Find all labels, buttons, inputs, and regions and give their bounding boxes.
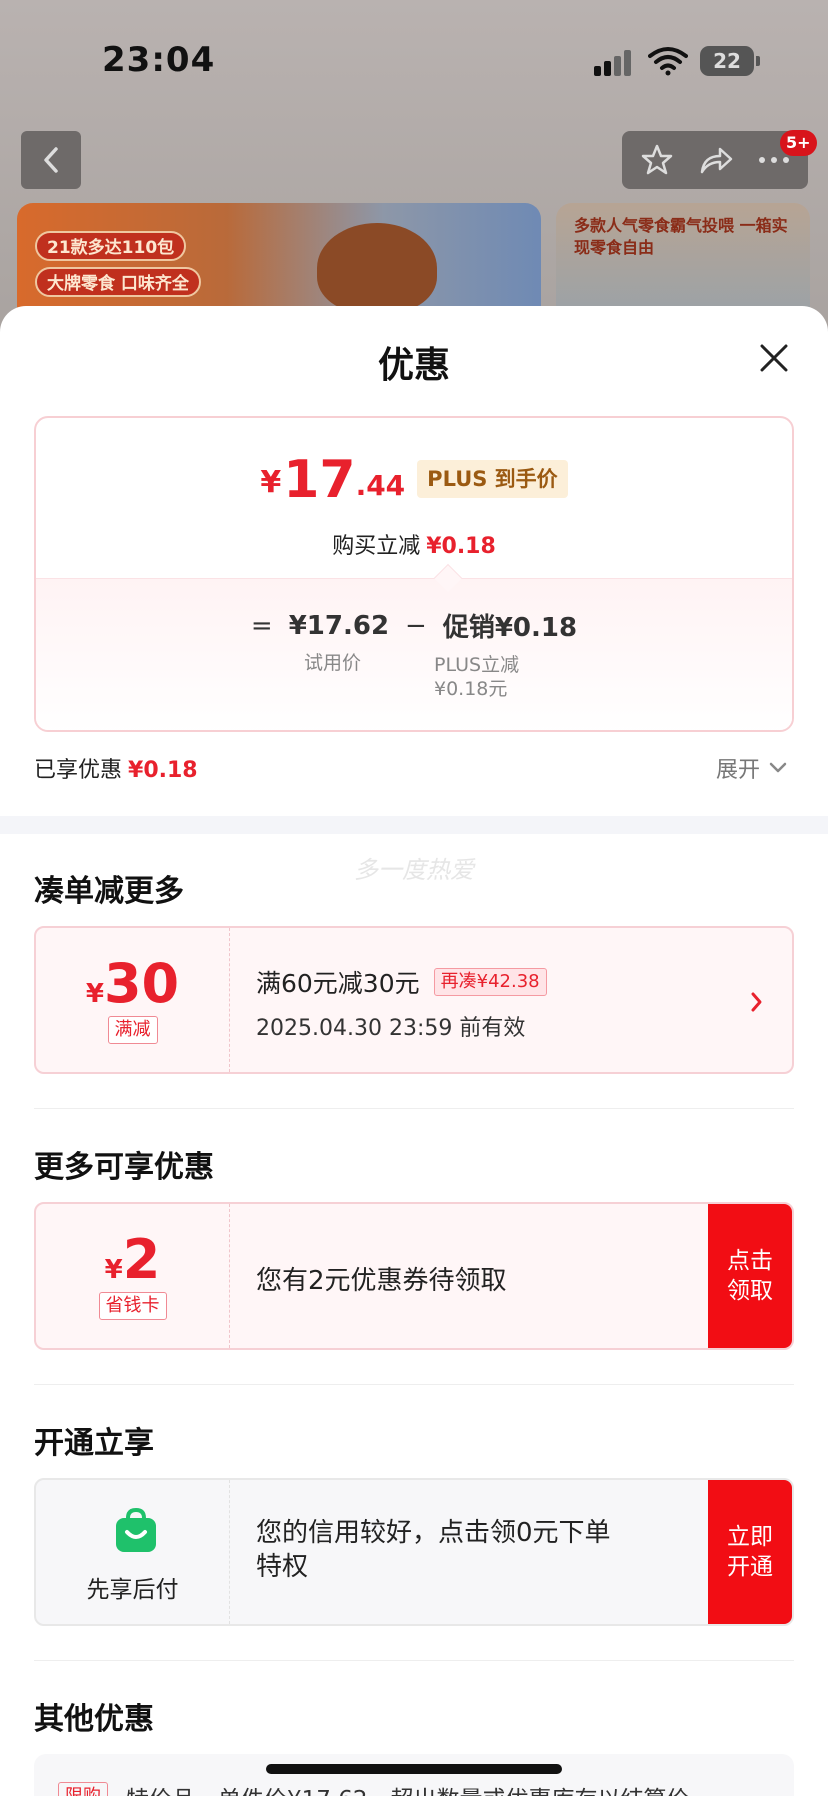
coupon-value: ¥2 省钱卡 xyxy=(36,1204,230,1348)
other-discount-card: 限购 特价品，单件价¥17.62，超出数量或优惠库存以结算价 xyxy=(34,1754,794,1796)
cellular-signal-icon xyxy=(594,50,634,76)
section-title-more-discount: 凑单减更多 xyxy=(34,874,184,909)
status-time: 23:04 xyxy=(102,40,216,80)
discount-sheet: 优惠 ¥ 17 .44 PLUS 到手价 购买立减 ¥0.18 = ¥17.62 … xyxy=(0,306,828,1796)
banner-tag: 大牌零食 口味齐全 xyxy=(35,267,201,297)
enjoyed-discount: 已享优惠 ¥0.18 xyxy=(34,752,198,784)
coupon-amount: 30 xyxy=(103,952,180,1015)
section-title-more-available: 更多可享优惠 xyxy=(34,1150,214,1185)
coupon-value: ¥30 满减 xyxy=(36,928,230,1072)
section-divider xyxy=(0,816,828,834)
claim-coupon-button[interactable]: 点击 领取 xyxy=(708,1204,792,1348)
pay-later-text-line1: 您的信用较好，点击领0元下单 xyxy=(256,1518,611,1548)
coupon-rule: 满60元减30元 xyxy=(256,969,420,998)
chevron-left-icon xyxy=(44,147,58,173)
base-price-label: 试用价 xyxy=(304,652,362,674)
minus-sign: − xyxy=(405,610,427,641)
pay-later-label: 先享后付 xyxy=(86,1577,179,1603)
base-price: ¥17.62 xyxy=(288,610,390,641)
expand-button[interactable]: 展开 xyxy=(716,752,788,784)
promo-amount: 促销¥0.18 xyxy=(442,613,578,643)
reduction-label: 购买立减 xyxy=(332,534,421,559)
plus-price-tag: PLUS 到手价 xyxy=(417,460,568,498)
coupon-details: 您有2元优惠券待领取 xyxy=(256,1204,702,1348)
coupon-full-reduction[interactable]: ¥30 满减 满60元减30元 再凑¥42.38 2025.04.30 23:5… xyxy=(34,926,794,1074)
price-integer: 17 xyxy=(283,450,356,510)
separator xyxy=(34,1108,794,1109)
bear-image xyxy=(317,223,437,313)
separator xyxy=(34,1660,794,1661)
chevron-right-icon xyxy=(751,992,762,1012)
battery-cap xyxy=(756,56,760,66)
coupon-type-tag: 满减 xyxy=(107,1016,158,1044)
banner-side-title: 多款人气零食霸气投喂 一箱实现零食自由 xyxy=(574,216,788,257)
coupon-saving-card: ¥2 省钱卡 您有2元优惠券待领取 点击 领取 xyxy=(34,1202,794,1350)
price-decimal: .44 xyxy=(355,469,406,502)
section-title-other: 其他优惠 xyxy=(34,1702,154,1737)
price-breakdown: = ¥17.62 − 促销¥0.18 试用价 PLUS立减 ¥0.18元 xyxy=(36,578,792,730)
star-icon[interactable] xyxy=(640,143,674,177)
pay-later-text-line2: 特权 xyxy=(256,1552,309,1582)
coupon-type-tag: 省钱卡 xyxy=(98,1292,167,1320)
section-title-open-now: 开通立享 xyxy=(34,1426,154,1461)
activate-button-line2: 开通 xyxy=(727,1554,773,1580)
separator xyxy=(34,1384,794,1385)
shopping-bag-icon xyxy=(116,1507,156,1552)
add-more-pill: 再凑¥42.38 xyxy=(433,968,547,996)
pay-later-brand: 先享后付 xyxy=(36,1480,230,1624)
expand-label: 展开 xyxy=(716,758,761,783)
enjoyed-value: ¥0.18 xyxy=(128,758,198,783)
chevron-down-icon xyxy=(769,762,787,773)
price-card: ¥ 17 .44 PLUS 到手价 购买立减 ¥0.18 = ¥17.62 − 促… xyxy=(34,416,794,732)
purchase-reduction: 购买立减 ¥0.18 xyxy=(36,528,792,560)
back-button[interactable] xyxy=(21,131,81,189)
wifi-icon xyxy=(648,47,688,76)
close-icon[interactable] xyxy=(756,340,792,376)
reduction-value: ¥0.18 xyxy=(426,534,496,559)
limit-tag: 限购 xyxy=(58,1782,108,1796)
activate-button-line1: 立即 xyxy=(727,1524,773,1550)
pay-later-details: 您的信用较好，点击领0元下单 特权 xyxy=(256,1480,702,1624)
message-badge: 5+ xyxy=(780,130,817,156)
equals-sign: = xyxy=(250,610,273,641)
background-page: 23:04 22 5+ 21款多达110包 大牌零食 口味齐全 多款人气零食霸气… xyxy=(0,0,828,333)
home-indicator[interactable] xyxy=(266,1764,562,1774)
price-formula: = ¥17.62 − 促销¥0.18 xyxy=(36,607,792,644)
enjoyed-label: 已享优惠 xyxy=(34,758,123,783)
share-icon[interactable] xyxy=(698,144,734,176)
coupon-amount: 2 xyxy=(122,1228,161,1291)
banner-tag: 21款多达110包 xyxy=(35,231,187,261)
battery-icon: 22 xyxy=(700,46,754,76)
final-price: ¥ 17 .44 PLUS 到手价 xyxy=(36,454,792,506)
price-summary: ¥ 17 .44 PLUS 到手价 购买立减 ¥0.18 xyxy=(36,418,792,578)
coupon-text: 您有2元优惠券待领取 xyxy=(256,1266,507,1296)
other-discount-text: 特价品，单件价¥17.62，超出数量或优惠库存以结算价 xyxy=(126,1780,689,1796)
coupon-details: 满60元减30元 再凑¥42.38 2025.04.30 23:59 前有效 xyxy=(256,928,702,1072)
coupon-currency: ¥ xyxy=(85,979,104,1009)
status-bar: 23:04 22 xyxy=(0,0,828,120)
coupon-expiry: 2025.04.30 23:59 前有效 xyxy=(256,1016,526,1041)
coupon-currency: ¥ xyxy=(104,1255,123,1285)
promo-label-amount: ¥0.18元 xyxy=(434,678,508,700)
claim-button-line1: 点击 xyxy=(727,1248,773,1274)
promo-label: PLUS立减 xyxy=(434,654,520,676)
pay-later-card: 先享后付 您的信用较好，点击领0元下单 特权 立即 开通 xyxy=(34,1478,794,1626)
more-icon[interactable] xyxy=(758,155,790,165)
price-currency: ¥ xyxy=(260,465,282,500)
activate-now-button[interactable]: 立即 开通 xyxy=(708,1480,792,1624)
claim-button-line2: 领取 xyxy=(727,1278,773,1304)
sheet-title: 优惠 xyxy=(377,345,450,386)
